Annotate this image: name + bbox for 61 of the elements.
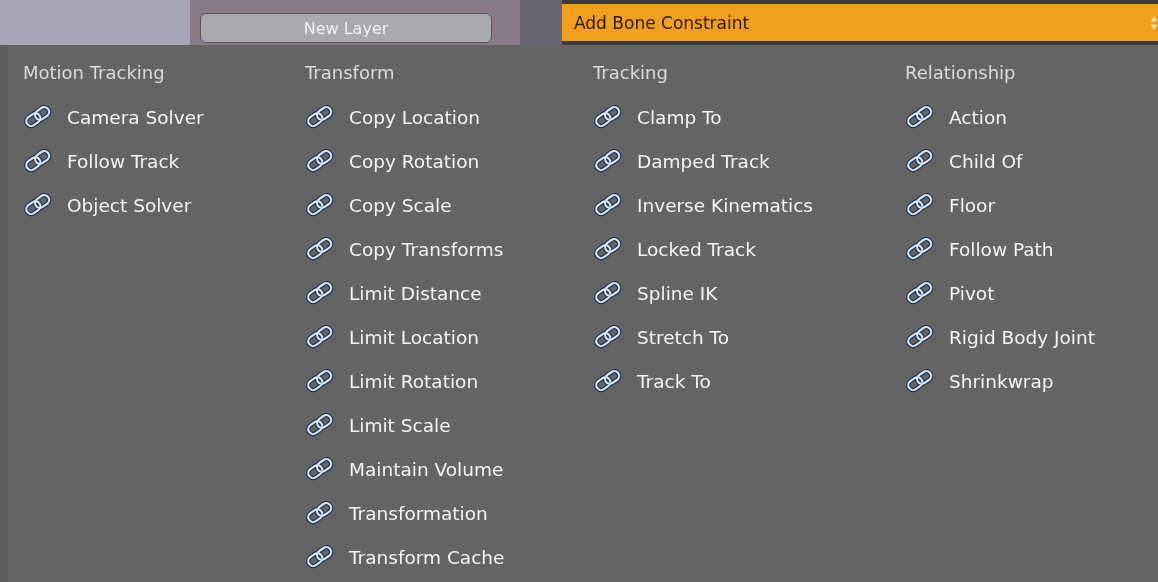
menu-item[interactable]: Floor: [905, 183, 996, 227]
menu-item[interactable]: Transform Cache: [305, 535, 505, 579]
menu-title: Add Bone Constraint: [574, 12, 750, 33]
chain-link-icon: [593, 149, 623, 173]
menu-item[interactable]: Rigid Body Joint: [905, 315, 1095, 359]
menu-item[interactable]: Clamp To: [593, 95, 722, 139]
menu-item[interactable]: Action: [905, 95, 1007, 139]
chain-link-icon: [305, 325, 335, 349]
chain-link-icon: [593, 325, 623, 349]
chain-link-icon: [305, 457, 335, 481]
chain-link-icon: [593, 369, 623, 393]
menu-item[interactable]: Limit Location: [305, 315, 479, 359]
chain-link-icon: [905, 281, 935, 305]
chain-link-icon: [905, 325, 935, 349]
menu-item[interactable]: Copy Transforms: [305, 227, 504, 271]
chain-link-icon: [305, 193, 335, 217]
chain-link-icon: [593, 105, 623, 129]
chain-link-icon: [905, 369, 935, 393]
menu-item[interactable]: Damped Track: [593, 139, 770, 183]
chain-link-icon: [305, 369, 335, 393]
chain-link-icon: [23, 105, 53, 129]
menu-item[interactable]: Limit Distance: [305, 271, 482, 315]
chain-link-icon: [23, 149, 53, 173]
menu-item[interactable]: Pivot: [905, 271, 995, 315]
chain-link-icon: [593, 281, 623, 305]
menu-item[interactable]: Copy Location: [305, 95, 481, 139]
chain-link-icon: [593, 237, 623, 261]
menu-item[interactable]: Copy Scale: [305, 183, 452, 227]
menu-item[interactable]: Spline IK: [593, 271, 718, 315]
menu-item[interactable]: Transformation: [305, 491, 488, 535]
menu-item[interactable]: Locked Track: [593, 227, 756, 271]
column-heading: Transform: [305, 61, 396, 85]
menu-item[interactable]: Inverse Kinematics: [593, 183, 813, 227]
menu-item[interactable]: Copy Rotation: [305, 139, 480, 183]
menu-item[interactable]: Follow Path: [905, 227, 1054, 271]
menu-item[interactable]: Follow Track: [23, 139, 180, 183]
chain-link-icon: [593, 193, 623, 217]
menu-item[interactable]: Maintain Volume: [305, 447, 504, 491]
chain-link-icon: [305, 501, 335, 525]
chain-link-icon: [305, 237, 335, 261]
column-heading: Motion Tracking: [23, 61, 166, 85]
chain-link-icon: [905, 149, 935, 173]
column-heading: Relationship: [905, 61, 1017, 85]
column-heading: Tracking: [593, 61, 669, 85]
chain-link-icon: [905, 193, 935, 217]
chain-link-icon: [23, 193, 53, 217]
chain-link-icon: [305, 545, 335, 569]
menu-item[interactable]: Track To: [593, 359, 711, 403]
menu-item[interactable]: Object Solver: [23, 183, 192, 227]
menu-item[interactable]: Camera Solver: [23, 95, 204, 139]
menu-item[interactable]: Limit Scale: [305, 403, 451, 447]
menu-item[interactable]: Shrinkwrap: [905, 359, 1054, 403]
menu-item[interactable]: Stretch To: [593, 315, 730, 359]
chain-link-icon: [905, 105, 935, 129]
chain-link-icon: [305, 105, 335, 129]
chain-link-icon: [305, 281, 335, 305]
chain-link-icon: [305, 149, 335, 173]
chain-link-icon: [305, 413, 335, 437]
chain-link-icon: [905, 237, 935, 261]
menu-item[interactable]: Child Of: [905, 139, 1023, 183]
menu-item[interactable]: Limit Rotation: [305, 359, 479, 403]
